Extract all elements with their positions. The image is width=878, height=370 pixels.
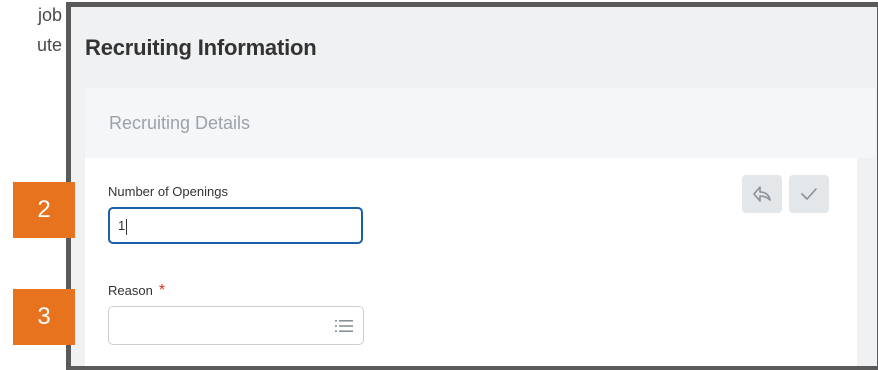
openings-value-text: 1 [118, 218, 126, 233]
section-body: Number of Openings 1 Reason * [85, 158, 857, 366]
page-title: Recruiting Information [85, 35, 317, 60]
undo-icon [753, 186, 771, 202]
openings-label: Number of Openings [108, 184, 228, 199]
step-badge-3: 3 [13, 289, 75, 345]
openings-input[interactable]: 1 [108, 207, 363, 244]
undo-button[interactable] [742, 175, 782, 213]
section-header-label: Recruiting Details [109, 113, 251, 133]
section-header: Recruiting Details [85, 88, 875, 158]
reason-label-row: Reason * [108, 282, 165, 300]
reason-select[interactable] [108, 306, 364, 345]
required-indicator: * [158, 282, 166, 299]
screenshot-frame: Recruiting Information Recruiting Detail… [66, 2, 878, 370]
step-badge-2: 2 [13, 182, 75, 238]
list-icon[interactable] [335, 318, 353, 334]
confirm-button[interactable] [789, 175, 829, 213]
text-caret [126, 218, 128, 235]
check-icon [801, 188, 817, 200]
reason-label: Reason [108, 283, 153, 298]
openings-input-value: 1 [118, 218, 128, 235]
